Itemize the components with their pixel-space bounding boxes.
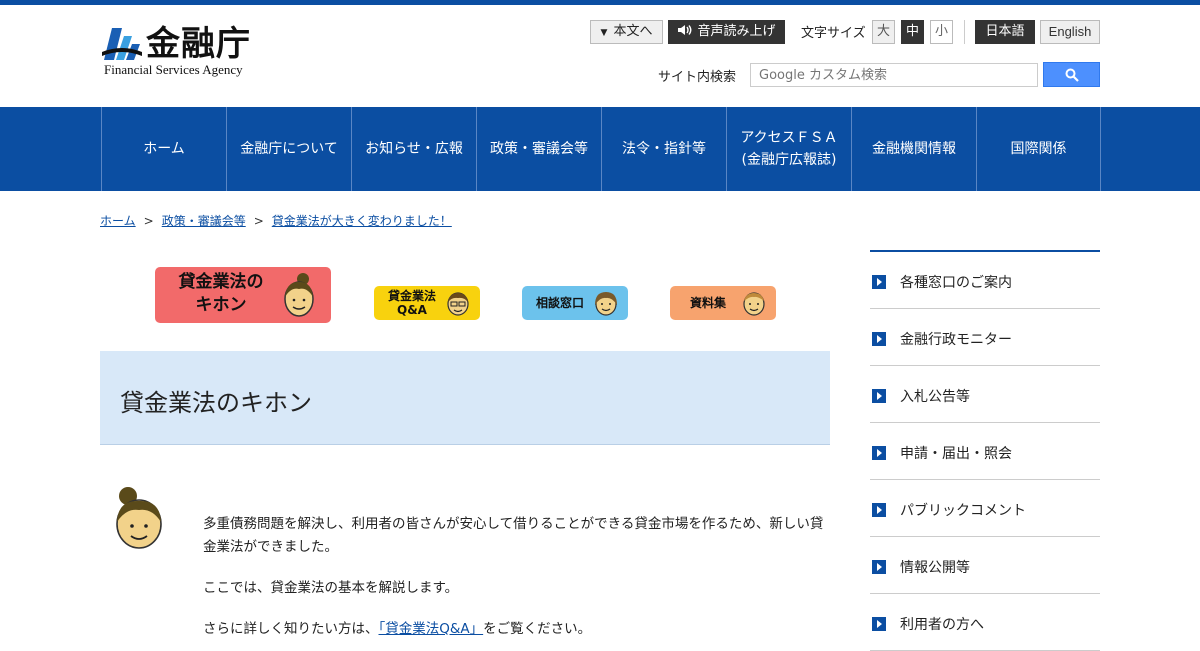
side-item-applications[interactable]: 申請・届出・照会: [870, 423, 1100, 480]
arrow-right-icon: [872, 332, 886, 346]
explanation-paragraph: ここでは、貸金業法の基本を解説します。: [203, 580, 459, 596]
banner-consultation[interactable]: 相談窓口: [522, 286, 628, 320]
breadcrumb-policy-link[interactable]: 政策・審議会等: [162, 214, 246, 228]
gnav-institutions[interactable]: 金融機関情報: [851, 107, 976, 191]
qa-link[interactable]: 「貸金業法Q&A」: [379, 621, 484, 637]
more-info-prefix: さらに詳しく知りたい方は、: [203, 621, 379, 637]
banner-qa-line2: Q&A: [397, 303, 427, 317]
side-item-disclosure[interactable]: 情報公開等: [870, 537, 1100, 594]
banner-qa-label: 貸金業法 Q&A: [382, 289, 442, 317]
banner-documents[interactable]: 資料集: [670, 286, 776, 320]
gnav-news[interactable]: お知らせ・広報: [351, 107, 476, 191]
woman-face-icon: [284, 273, 314, 317]
gnav-international[interactable]: 国際関係: [976, 107, 1101, 191]
breadcrumb-separator: >: [143, 214, 154, 228]
woman-character-icon: [116, 487, 162, 549]
font-size-medium-button[interactable]: 中: [901, 20, 924, 44]
speaker-icon: [678, 25, 692, 35]
banner-basics[interactable]: 貸金業法の キホン: [155, 267, 331, 323]
logo-english-text: Financial Services Agency: [104, 62, 243, 77]
arrow-right-icon: [872, 275, 886, 289]
font-size-label: 文字サイズ: [801, 26, 866, 41]
side-item-monitor[interactable]: 金融行政モニター: [870, 309, 1100, 366]
gnav-access-fsa[interactable]: アクセスＦＳＡ (金融庁広報誌): [726, 107, 851, 191]
man-face-icon: [743, 292, 765, 316]
side-navigation: 各種窓口のご案内 金融行政モニター 入札公告等 申請・届出・照会 パブリックコメ…: [870, 250, 1100, 651]
woman-face-icon: [595, 292, 617, 316]
arrow-right-icon: [872, 560, 886, 574]
banner-documents-label: 資料集: [689, 296, 726, 310]
gnav-about[interactable]: 金融庁について: [226, 107, 351, 191]
page-title: 貸金業法のキホン: [120, 389, 312, 417]
fsa-logo[interactable]: 金融庁 Financial Services Agency: [102, 24, 262, 80]
arrow-right-icon: [872, 503, 886, 517]
intro-paragraph: 多重債務問題を解決し、利用者の皆さんが安心して借りることができる貸金市場を作るた…: [203, 516, 824, 555]
site-search-input[interactable]: [750, 63, 1038, 87]
site-search-label: サイト内検索: [658, 70, 737, 85]
skip-to-content-label: 本文へ: [613, 24, 653, 39]
logo-japanese-text: 金融庁: [146, 24, 251, 64]
search-button[interactable]: [1043, 62, 1100, 87]
banner-qa[interactable]: 貸金業法 Q&A: [374, 286, 480, 320]
banner-consultation-label: 相談窓口: [535, 296, 584, 310]
banner-basics-label: 貸金業法の キホン: [178, 272, 264, 315]
gnav-policy[interactable]: 政策・審議会等: [476, 107, 601, 191]
font-size-large-button[interactable]: 大: [872, 20, 895, 44]
side-item-label: 申請・届出・照会: [900, 446, 1012, 462]
side-item-bids[interactable]: 入札公告等: [870, 366, 1100, 423]
page-title-box: 貸金業法のキホン: [100, 351, 830, 445]
skip-to-content-button[interactable]: ▼ 本文へ: [590, 20, 663, 44]
side-item-contact-desks[interactable]: 各種窓口のご案内: [870, 252, 1100, 309]
side-item-label: 情報公開等: [900, 560, 970, 576]
breadcrumb-separator: >: [253, 214, 264, 228]
font-size-small-button[interactable]: 小: [930, 20, 953, 44]
top-accent-bar: [0, 0, 1200, 5]
arrow-right-icon: [872, 617, 886, 631]
side-item-for-users[interactable]: 利用者の方へ: [870, 594, 1100, 651]
header-divider: [964, 20, 965, 44]
banner-qa-line1: 貸金業法: [387, 289, 436, 303]
man-face-icon: [447, 292, 469, 316]
gnav-laws[interactable]: 法令・指針等: [601, 107, 726, 191]
triangle-down-icon: ▼: [600, 28, 608, 38]
breadcrumb-current-link[interactable]: 貸金業法が大きく変わりました！: [272, 214, 452, 228]
language-english-button[interactable]: English: [1040, 20, 1100, 44]
side-item-public-comment[interactable]: パブリックコメント: [870, 480, 1100, 537]
side-item-label: パブリックコメント: [900, 503, 1026, 519]
arrow-right-icon: [872, 446, 886, 460]
read-aloud-button[interactable]: 音声読み上げ: [668, 20, 785, 44]
side-item-label: 各種窓口のご案内: [900, 275, 1012, 291]
search-icon: [1065, 68, 1079, 82]
side-item-label: 利用者の方へ: [900, 617, 984, 633]
more-info-suffix: をご覧ください。: [483, 621, 592, 637]
fsa-logo-icon: [102, 28, 142, 60]
global-navigation: ホーム 金融庁について お知らせ・広報 政策・審議会等 法令・指針等 アクセスＦ…: [0, 107, 1200, 191]
side-item-label: 金融行政モニター: [900, 332, 1012, 348]
side-item-label: 入札公告等: [900, 389, 970, 405]
language-japanese-button[interactable]: 日本語: [975, 20, 1035, 44]
arrow-right-icon: [872, 389, 886, 403]
gnav-home[interactable]: ホーム: [101, 107, 226, 191]
breadcrumb-home-link[interactable]: ホーム: [100, 214, 136, 228]
breadcrumb: ホーム > 政策・審議会等 > 貸金業法が大きく変わりました！: [100, 212, 452, 229]
read-aloud-label: 音声読み上げ: [697, 24, 776, 39]
